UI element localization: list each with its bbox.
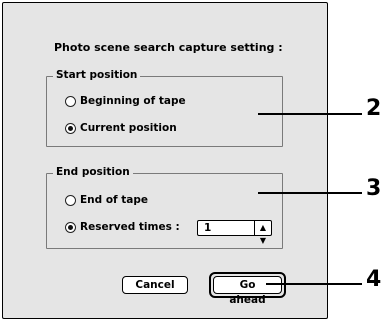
go-ahead-button[interactable]: Go ahead <box>213 276 282 306</box>
callout-3-leader <box>258 192 362 194</box>
radio-beginning-of-tape[interactable]: Beginning of tape <box>65 95 186 107</box>
radio-end-of-tape[interactable]: End of tape <box>65 194 148 206</box>
radio-button-selected-icon[interactable] <box>65 221 76 233</box>
radio-button-icon[interactable] <box>65 194 76 206</box>
end-position-legend: End position <box>53 166 133 178</box>
callout-2-leader <box>258 113 362 115</box>
radio-label: End of tape <box>80 194 148 206</box>
radio-label: Reserved times : <box>80 221 180 233</box>
reserved-times-value: 1 <box>204 222 212 234</box>
end-position-group: End position <box>46 166 283 249</box>
start-position-group: Start position <box>46 69 283 147</box>
callout-4: 4 <box>366 267 382 292</box>
radio-label: Beginning of tape <box>80 95 186 107</box>
callout-3: 3 <box>366 176 382 201</box>
capture-setting-dialog: Photo scene search capture setting : Sta… <box>2 2 328 319</box>
callout-4-leader <box>266 283 362 285</box>
radio-button-icon[interactable] <box>65 95 76 107</box>
radio-current-position[interactable]: Current position <box>65 122 177 134</box>
up-down-arrows-icon[interactable]: ▲ ▼ <box>254 221 271 245</box>
dialog-title: Photo scene search capture setting : <box>54 41 283 54</box>
radio-label: Current position <box>80 122 177 134</box>
reserved-times-select[interactable]: 1 ▲ ▼ <box>197 220 272 245</box>
radio-button-selected-icon[interactable] <box>65 122 76 134</box>
cancel-button[interactable]: Cancel <box>122 276 188 294</box>
radio-reserved-times[interactable]: Reserved times : <box>65 221 180 233</box>
callout-2: 2 <box>366 96 382 121</box>
start-position-legend: Start position <box>53 69 141 81</box>
